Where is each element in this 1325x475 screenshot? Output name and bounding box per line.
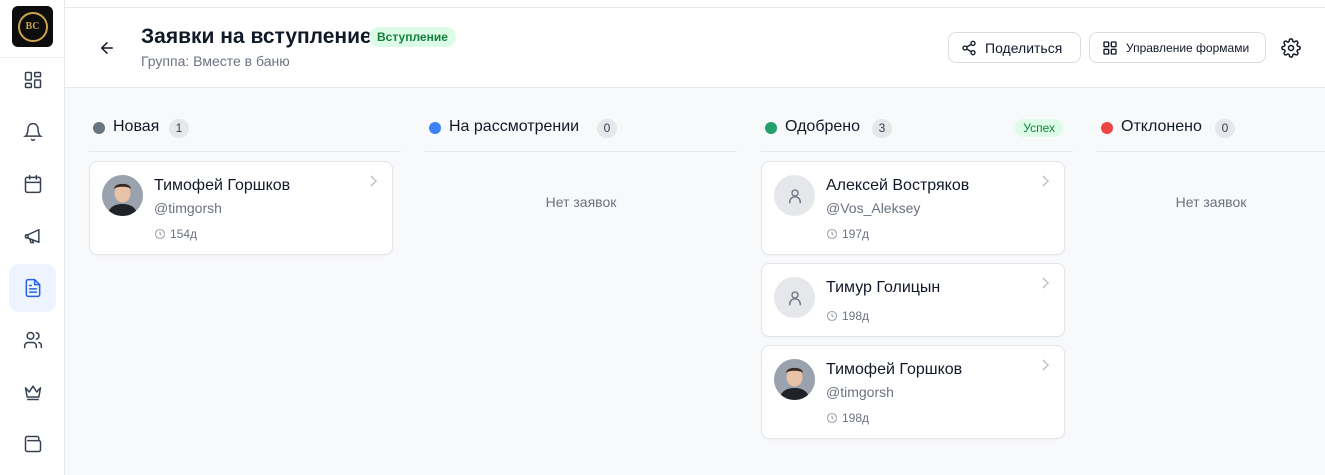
column-header: Новая 1: [89, 108, 401, 152]
users-icon: [23, 331, 42, 349]
user-placeholder-icon: [788, 290, 801, 305]
group-subtitle: Группа: Вместе в баню: [141, 53, 290, 69]
clock-icon: [826, 412, 838, 424]
sidebar-item-notifications[interactable]: [9, 108, 56, 156]
wallet-icon: [24, 435, 41, 453]
application-age: 198д: [826, 309, 869, 323]
document-icon: [25, 278, 40, 298]
category-badge: Вступление: [369, 27, 456, 47]
avatar: [774, 359, 815, 400]
logo-emblem: BC: [17, 11, 48, 42]
status-dot: [1101, 122, 1113, 134]
column-approved: Одобрено 3 Успех Алексей Востряков @Vos_…: [761, 108, 1073, 439]
empty-state: Нет заявок: [545, 194, 617, 210]
applicant-username: @timgorsh: [826, 384, 894, 400]
bell-icon: [22, 122, 43, 142]
success-tag: Успех: [1015, 119, 1063, 137]
grid-icon: [1103, 40, 1117, 55]
chevron-right-icon: [370, 175, 378, 187]
app-root: BC Заявки на вступление Вступление Групп…: [0, 0, 1325, 475]
status-dot: [93, 122, 105, 134]
applicant-name: Тимофей Горшков: [826, 361, 963, 378]
age-text: 197д: [842, 227, 870, 241]
user-photo-icon: [102, 175, 143, 216]
column-header: На рассмотрении 0: [425, 108, 737, 152]
user-placeholder-icon: [788, 188, 801, 203]
gear-icon: [1281, 38, 1301, 58]
avatar: [774, 175, 815, 216]
sidebar: BC: [0, 0, 65, 475]
column-count: 0: [1215, 119, 1235, 138]
application-card[interactable]: Тимур Голицын 198д: [761, 263, 1065, 337]
column-count: 0: [597, 119, 617, 138]
share-button[interactable]: Поделиться: [948, 32, 1081, 63]
settings-button[interactable]: [1279, 36, 1303, 60]
column-title: На рассмотрении: [449, 118, 580, 135]
application-card[interactable]: Тимофей Горшков @timgorsh 198д: [761, 345, 1065, 439]
status-dot: [429, 122, 441, 134]
applicant-name: Алексей Востряков: [826, 177, 970, 194]
sidebar-item-wallet[interactable]: [9, 420, 56, 468]
applicant-name: Тимофей Горшков: [154, 177, 291, 194]
dashboard-icon: [24, 71, 41, 89]
megaphone-icon: [24, 229, 40, 244]
applicant-username: @Vos_Aleksey: [826, 200, 921, 216]
column-title: Новая: [113, 118, 160, 135]
age-text: 154д: [170, 227, 198, 241]
club-logo[interactable]: BC: [12, 6, 53, 47]
top-strip: [0, 0, 1325, 8]
column-rejected: Отклонено 0 Нет заявок: [1097, 108, 1325, 210]
clock-icon: [826, 228, 838, 240]
page-title: Заявки на вступление: [141, 25, 372, 48]
sidebar-item-calendar[interactable]: [9, 160, 56, 208]
crown-icon: [24, 385, 41, 401]
column-count: 1: [169, 119, 189, 138]
back-button[interactable]: [93, 36, 121, 60]
status-dot: [765, 122, 777, 134]
sidebar-item-applications[interactable]: [9, 264, 56, 312]
column-count: 3: [872, 119, 892, 138]
column-title: Отклонено: [1121, 118, 1202, 135]
empty-state: Нет заявок: [1175, 194, 1247, 210]
application-age: 197д: [826, 227, 869, 241]
applicant-username: @timgorsh: [154, 200, 222, 216]
sidebar-item-premium[interactable]: [9, 368, 56, 416]
clock-icon: [154, 228, 166, 240]
manage-forms-label: Управление формами: [1126, 40, 1250, 55]
application-age: 154д: [154, 227, 197, 241]
application-card[interactable]: Тимофей Горшков @timgorsh 154д: [89, 161, 393, 255]
calendar-icon: [24, 174, 41, 194]
column-header: Одобрено 3 Успех: [761, 108, 1073, 152]
sidebar-item-announcements[interactable]: [9, 212, 56, 260]
column-header: Отклонено 0: [1097, 108, 1325, 152]
column-new: Новая 1 Тимофей Горшков @timgorsh 154д: [89, 108, 401, 255]
sidebar-item-dashboard[interactable]: [9, 56, 56, 104]
chevron-right-icon: [1042, 175, 1050, 187]
share-icon: [962, 40, 976, 55]
age-text: 198д: [842, 411, 870, 425]
application-card[interactable]: Алексей Востряков @Vos_Aleksey 197д: [761, 161, 1065, 255]
page-header: Заявки на вступление Вступление Группа: …: [65, 8, 1325, 88]
chevron-right-icon: [1042, 359, 1050, 371]
column-title: Одобрено: [785, 118, 861, 135]
avatar: [102, 175, 143, 216]
user-photo-icon: [774, 359, 815, 400]
avatar: [774, 277, 815, 318]
arrow-left-icon: [100, 42, 113, 54]
share-label: Поделиться: [985, 39, 1063, 56]
chevron-right-icon: [1042, 277, 1050, 289]
column-in-review: На рассмотрении 0 Нет заявок: [425, 108, 737, 210]
clock-icon: [826, 310, 838, 322]
age-text: 198д: [842, 309, 870, 323]
application-age: 198д: [826, 411, 869, 425]
applicant-name: Тимур Голицын: [826, 279, 941, 296]
manage-forms-button[interactable]: Управление формами: [1089, 32, 1266, 63]
sidebar-item-members[interactable]: [9, 316, 56, 364]
